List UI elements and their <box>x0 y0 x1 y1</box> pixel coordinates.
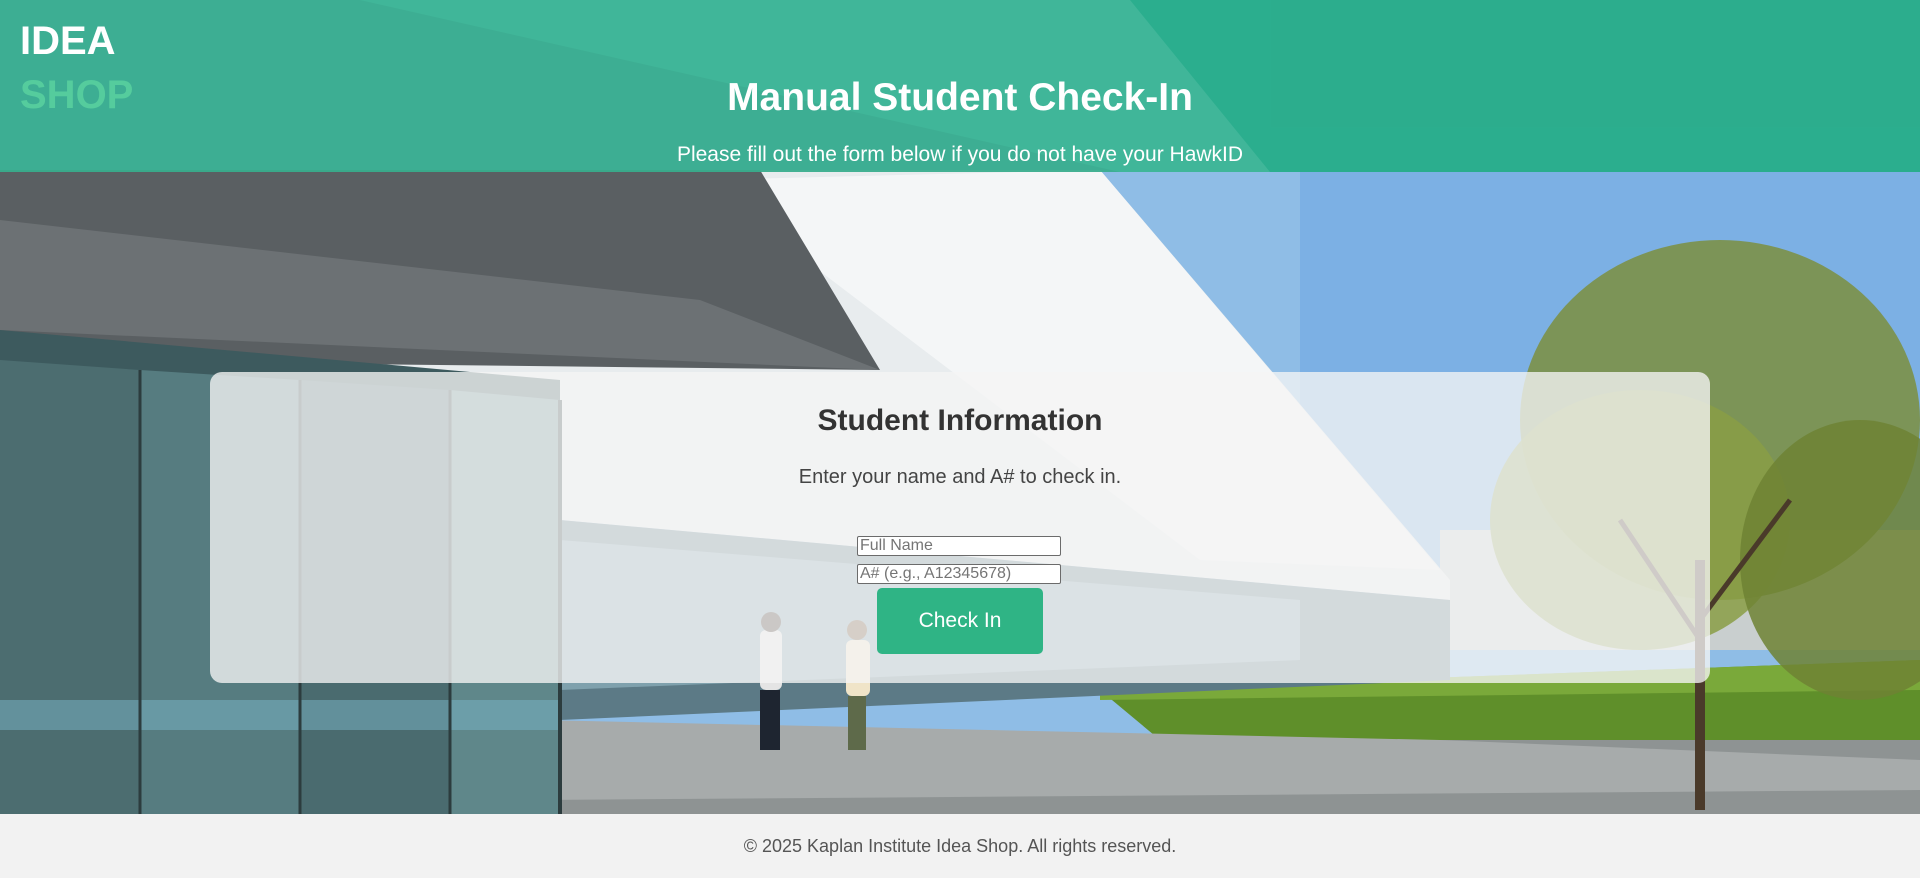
full-name-input[interactable] <box>857 536 1061 556</box>
logo-line-idea: IDEA <box>20 19 116 63</box>
page: IDEA SHOP Manual Student Check-In Please… <box>0 0 1920 878</box>
page-subtitle: Please fill out the form below if you do… <box>676 143 1244 166</box>
form-description: Enter your name and A# to check in. <box>798 466 1122 488</box>
header-banner: IDEA SHOP Manual Student Check-In Please… <box>0 0 1920 172</box>
footer-copyright: © 2025 Kaplan Institute Idea Shop. All r… <box>743 836 1177 856</box>
a-number-input[interactable] <box>857 564 1061 584</box>
check-in-button[interactable]: Check In <box>877 588 1043 654</box>
form-title: Student Information <box>817 404 1103 437</box>
footer: © 2025 Kaplan Institute Idea Shop. All r… <box>0 814 1920 878</box>
page-title: Manual Student Check-In <box>727 76 1193 119</box>
student-info-card: Student Information Enter your name and … <box>210 372 1710 683</box>
